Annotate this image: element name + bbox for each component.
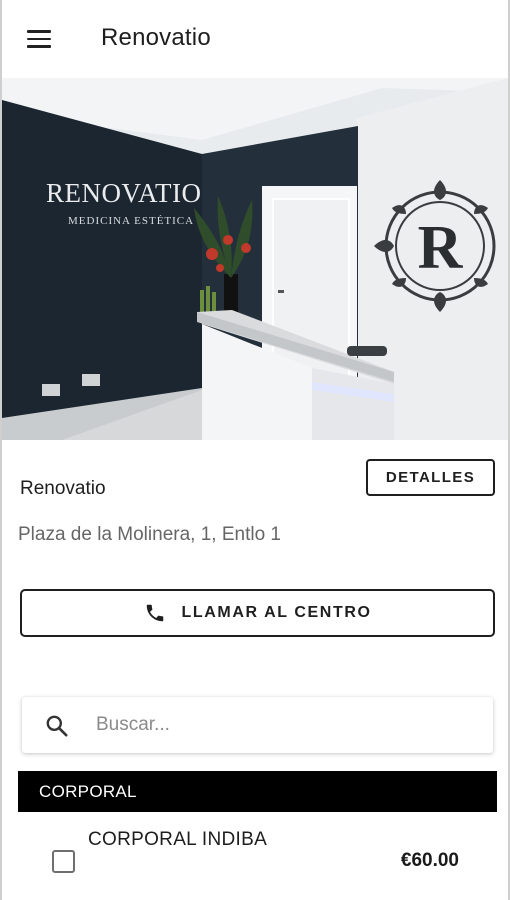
app-bar: Renovatio [2,0,508,78]
details-button[interactable]: DETALLES [366,459,495,496]
service-checkbox[interactable] [52,850,75,873]
app-title: Renovatio [101,24,211,51]
search-icon [44,713,70,739]
hamburger-menu-icon[interactable] [24,24,58,54]
app-screen: Renovatio R RENOVATIO MEDICINA ESTÉTICA … [0,0,510,900]
svg-text:R: R [418,214,464,282]
service-row[interactable]: CORPORAL INDIBA €60.00 [18,812,497,900]
search-input[interactable] [96,709,476,741]
service-price: €60.00 [400,850,459,871]
business-address: Plaza de la Molinera, 1, Entlo 1 [18,524,281,545]
call-center-label: LLAMAR AL CENTRO [181,604,372,621]
svg-text:MEDICINA ESTÉTICA: MEDICINA ESTÉTICA [68,215,194,227]
search-bar [22,697,493,753]
service-name: CORPORAL INDIBA [88,829,268,850]
svg-text:RENOVATIO: RENOVATIO [46,178,202,208]
business-hero-image: R RENOVATIO MEDICINA ESTÉTICA [2,78,508,440]
business-name: Renovatio [20,478,106,499]
call-center-button[interactable]: LLAMAR AL CENTRO [20,589,495,637]
category-header-corporal: CORPORAL [18,771,497,812]
phone-icon [143,601,167,625]
